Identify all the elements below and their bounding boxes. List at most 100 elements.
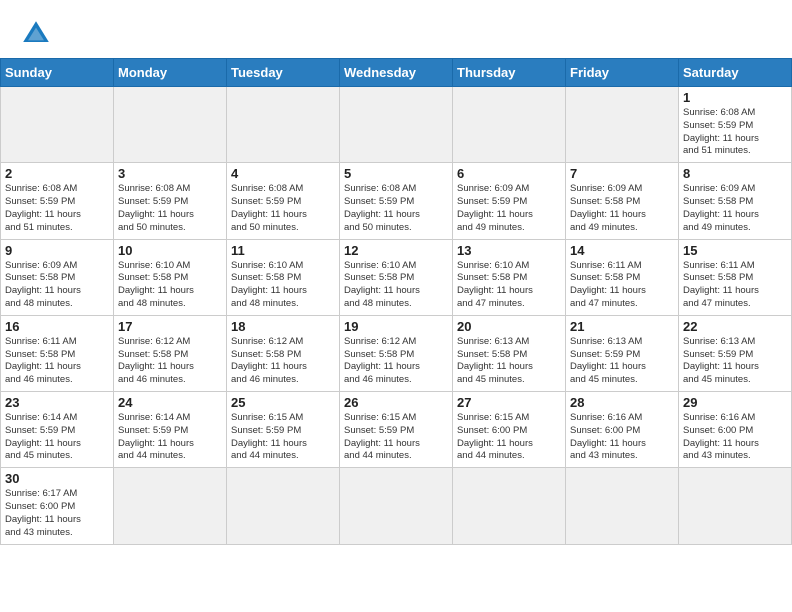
day-number: 6: [457, 166, 561, 181]
day-number: 11: [231, 243, 335, 258]
day-info: Sunrise: 6:17 AM Sunset: 6:00 PM Dayligh…: [5, 488, 109, 539]
weekday-header-friday: Friday: [566, 59, 679, 87]
calendar-cell-18: 12 Sunrise: 6:10 AM Sunset: 5:58 PM Dayli…: [340, 239, 453, 315]
calendar-cell-25: 19 Sunrise: 6:12 AM Sunset: 5:58 PM Dayli…: [340, 315, 453, 391]
calendar-cell-34: 28Sunrise: 6:16 AM Sunset: 6:00 PM Dayli…: [566, 392, 679, 468]
day-number: 7: [570, 166, 674, 181]
calendar-cell-16: 10 Sunrise: 6:10 AM Sunset: 5:58 PM Dayli…: [114, 239, 227, 315]
day-number: 15: [683, 243, 787, 258]
calendar-cell-29: 23Sunrise: 6:14 AM Sunset: 5:59 PM Dayli…: [1, 392, 114, 468]
calendar-cell-5: [453, 87, 566, 163]
day-number: 3: [118, 166, 222, 181]
day-info: Sunrise: 6:12 AM Sunset: 5:58 PM Dayligh…: [344, 336, 448, 387]
calendar-cell-30: 24Sunrise: 6:14 AM Sunset: 5:59 PM Dayli…: [114, 392, 227, 468]
calendar-cell-10: 4 Sunrise: 6:08 AM Sunset: 5:59 PM Daylig…: [227, 163, 340, 239]
calendar-row-3: 9 Sunrise: 6:09 AM Sunset: 5:58 PM Daylig…: [1, 239, 792, 315]
day-info: Sunrise: 6:12 AM Sunset: 5:58 PM Dayligh…: [118, 336, 222, 387]
day-number: 29: [683, 395, 787, 410]
calendar-cell-11: 5Sunrise: 6:08 AM Sunset: 5:59 PM Daylig…: [340, 163, 453, 239]
day-info: Sunrise: 6:13 AM Sunset: 5:59 PM Dayligh…: [683, 336, 787, 387]
calendar-cell-21: 15 Sunrise: 6:11 AM Sunset: 5:58 PM Dayli…: [679, 239, 792, 315]
day-info: Sunrise: 6:08 AM Sunset: 5:59 PM Dayligh…: [231, 183, 335, 234]
calendar-cell-13: 7 Sunrise: 6:09 AM Sunset: 5:58 PM Daylig…: [566, 163, 679, 239]
day-number: 5: [344, 166, 448, 181]
calendar-cell-1: [1, 87, 114, 163]
page: SundayMondayTuesdayWednesdayThursdayFrid…: [0, 0, 792, 612]
logo: [20, 18, 58, 50]
calendar-row-5: 23 Sunrise: 6:14 AM Sunset: 5:59 PM Dayli…: [1, 392, 792, 468]
day-info: Sunrise: 6:11 AM Sunset: 5:58 PM Dayligh…: [5, 336, 109, 387]
day-info: Sunrise: 6:09 AM Sunset: 5:58 PM Dayligh…: [5, 260, 109, 311]
calendar-cell-31: 25 Sunrise: 6:15 AM Sunset: 5:59 PM Dayli…: [227, 392, 340, 468]
day-number: 26: [344, 395, 448, 410]
logo-icon: [20, 18, 52, 50]
day-info: Sunrise: 6:08 AM Sunset: 5:59 PM Dayligh…: [5, 183, 109, 234]
calendar-cell-27: 21Sunrise: 6:13 AM Sunset: 5:59 PM Dayli…: [566, 315, 679, 391]
day-info: Sunrise: 6:09 AM Sunset: 5:58 PM Dayligh…: [570, 183, 674, 234]
day-info: Sunrise: 6:10 AM Sunset: 5:58 PM Dayligh…: [457, 260, 561, 311]
calendar-cell-7: 1 Sunrise: 6:08 AM Sunset: 5:59 PM Daylig…: [679, 87, 792, 163]
calendar-cell-19: 13 Sunrise: 6:10 AM Sunset: 5:58 PM Dayli…: [453, 239, 566, 315]
day-number: 14: [570, 243, 674, 258]
calendar-cell-20: 14Sunrise: 6:11 AM Sunset: 5:58 PM Dayli…: [566, 239, 679, 315]
calendar-cell-40: [453, 468, 566, 544]
calendar-cell-12: 6 Sunrise: 6:09 AM Sunset: 5:59 PM Daylig…: [453, 163, 566, 239]
day-number: 2: [5, 166, 109, 181]
calendar-cell-41: [566, 468, 679, 544]
day-number: 18: [231, 319, 335, 334]
day-number: 30: [5, 471, 109, 486]
day-number: 23: [5, 395, 109, 410]
calendar-row-2: 2 Sunrise: 6:08 AM Sunset: 5:59 PM Daylig…: [1, 163, 792, 239]
calendar-cell-42: [679, 468, 792, 544]
weekday-header-tuesday: Tuesday: [227, 59, 340, 87]
day-info: Sunrise: 6:10 AM Sunset: 5:58 PM Dayligh…: [344, 260, 448, 311]
day-number: 20: [457, 319, 561, 334]
day-info: Sunrise: 6:14 AM Sunset: 5:59 PM Dayligh…: [118, 412, 222, 463]
calendar-cell-24: 18 Sunrise: 6:12 AM Sunset: 5:58 PM Dayli…: [227, 315, 340, 391]
day-info: Sunrise: 6:13 AM Sunset: 5:58 PM Dayligh…: [457, 336, 561, 387]
day-number: 22: [683, 319, 787, 334]
calendar-cell-15: 9 Sunrise: 6:09 AM Sunset: 5:58 PM Daylig…: [1, 239, 114, 315]
day-info: Sunrise: 6:13 AM Sunset: 5:59 PM Dayligh…: [570, 336, 674, 387]
calendar-cell-37: [114, 468, 227, 544]
weekday-header-row: SundayMondayTuesdayWednesdayThursdayFrid…: [1, 59, 792, 87]
day-info: Sunrise: 6:08 AM Sunset: 5:59 PM Dayligh…: [683, 107, 787, 158]
day-number: 10: [118, 243, 222, 258]
day-number: 25: [231, 395, 335, 410]
calendar-cell-4: [340, 87, 453, 163]
day-info: Sunrise: 6:10 AM Sunset: 5:58 PM Dayligh…: [118, 260, 222, 311]
day-info: Sunrise: 6:12 AM Sunset: 5:58 PM Dayligh…: [231, 336, 335, 387]
day-number: 28: [570, 395, 674, 410]
day-info: Sunrise: 6:16 AM Sunset: 6:00 PM Dayligh…: [683, 412, 787, 463]
day-info: Sunrise: 6:15 AM Sunset: 5:59 PM Dayligh…: [344, 412, 448, 463]
day-number: 16: [5, 319, 109, 334]
day-number: 12: [344, 243, 448, 258]
calendar-cell-26: 20 Sunrise: 6:13 AM Sunset: 5:58 PM Dayli…: [453, 315, 566, 391]
day-number: 9: [5, 243, 109, 258]
day-number: 4: [231, 166, 335, 181]
calendar-cell-35: 29 Sunrise: 6:16 AM Sunset: 6:00 PM Dayli…: [679, 392, 792, 468]
calendar-cell-28: 22 Sunrise: 6:13 AM Sunset: 5:59 PM Dayli…: [679, 315, 792, 391]
calendar: SundayMondayTuesdayWednesdayThursdayFrid…: [0, 58, 792, 545]
calendar-cell-36: 30 Sunrise: 6:17 AM Sunset: 6:00 PM Dayli…: [1, 468, 114, 544]
calendar-row-4: 16 Sunrise: 6:11 AM Sunset: 5:58 PM Dayli…: [1, 315, 792, 391]
calendar-cell-14: 8Sunrise: 6:09 AM Sunset: 5:58 PM Daylig…: [679, 163, 792, 239]
day-info: Sunrise: 6:08 AM Sunset: 5:59 PM Dayligh…: [118, 183, 222, 234]
calendar-cell-17: 11 Sunrise: 6:10 AM Sunset: 5:58 PM Dayli…: [227, 239, 340, 315]
day-number: 1: [683, 90, 787, 105]
day-number: 19: [344, 319, 448, 334]
day-number: 27: [457, 395, 561, 410]
day-info: Sunrise: 6:11 AM Sunset: 5:58 PM Dayligh…: [683, 260, 787, 311]
day-info: Sunrise: 6:09 AM Sunset: 5:59 PM Dayligh…: [457, 183, 561, 234]
calendar-row-6: 30 Sunrise: 6:17 AM Sunset: 6:00 PM Dayli…: [1, 468, 792, 544]
header: [0, 0, 792, 58]
calendar-cell-33: 27 Sunrise: 6:15 AM Sunset: 6:00 PM Dayli…: [453, 392, 566, 468]
calendar-cell-2: [114, 87, 227, 163]
day-info: Sunrise: 6:15 AM Sunset: 5:59 PM Dayligh…: [231, 412, 335, 463]
calendar-cell-8: 2 Sunrise: 6:08 AM Sunset: 5:59 PM Daylig…: [1, 163, 114, 239]
day-info: Sunrise: 6:15 AM Sunset: 6:00 PM Dayligh…: [457, 412, 561, 463]
calendar-cell-32: 26 Sunrise: 6:15 AM Sunset: 5:59 PM Dayli…: [340, 392, 453, 468]
weekday-header-saturday: Saturday: [679, 59, 792, 87]
day-number: 13: [457, 243, 561, 258]
day-info: Sunrise: 6:10 AM Sunset: 5:58 PM Dayligh…: [231, 260, 335, 311]
